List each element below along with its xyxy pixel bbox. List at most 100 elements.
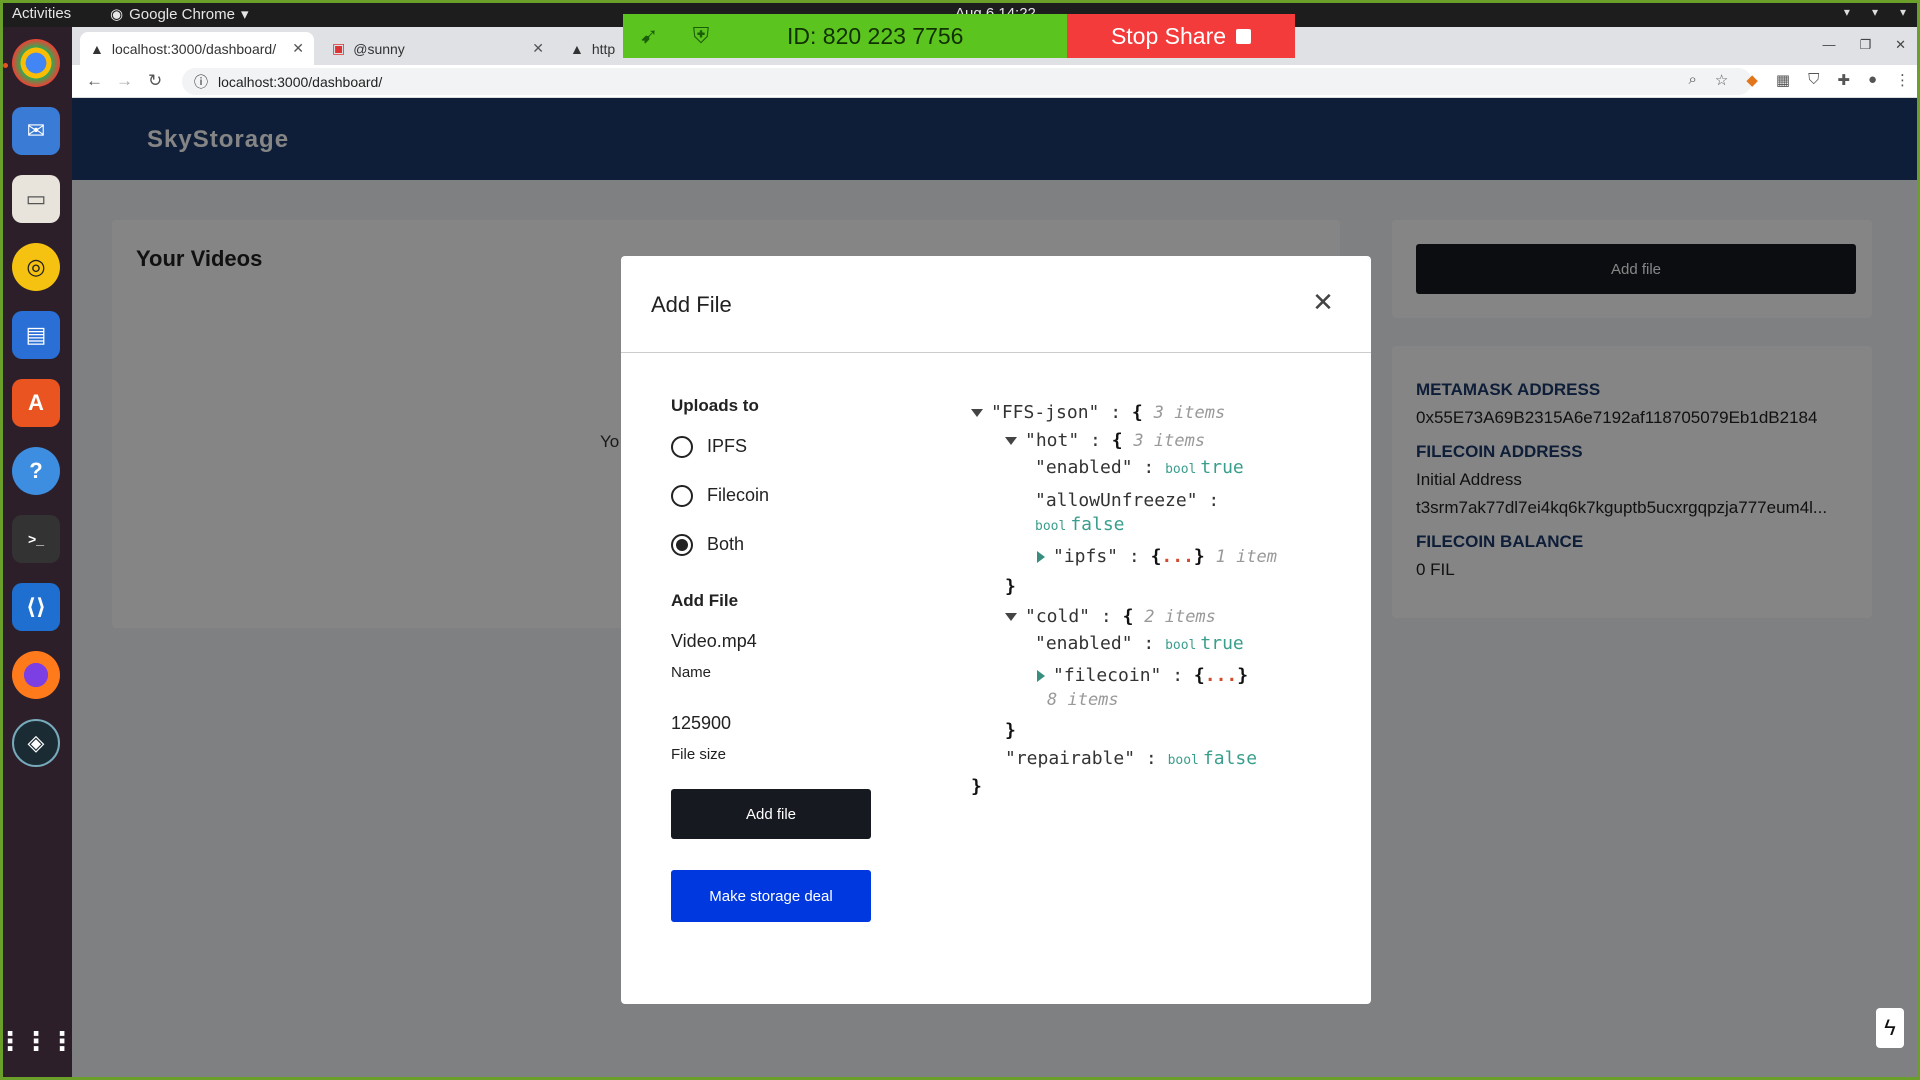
close-icon[interactable]: ✕ bbox=[292, 40, 304, 57]
json-colon: : bbox=[1208, 490, 1220, 511]
chevron-down-icon: ▾ bbox=[240, 6, 249, 23]
vscode-icon[interactable]: ⟨⟩ bbox=[12, 583, 60, 631]
json-key: "repairable" bbox=[1005, 748, 1136, 769]
reload-icon[interactable]: ↻ bbox=[148, 71, 162, 91]
tab-dashboard[interactable]: ▲ localhost:3000/dashboard/ ✕ bbox=[80, 32, 314, 65]
collapse-arrow-icon[interactable] bbox=[971, 409, 983, 417]
json-count: 3 items bbox=[1133, 431, 1206, 451]
tab-sunny[interactable]: ▣ @sunny ✕ bbox=[322, 32, 554, 65]
json-root-line[interactable]: "FFS-json" : { 3 items bbox=[971, 404, 1225, 422]
close-icon[interactable]: ✕ bbox=[532, 40, 544, 57]
collapse-arrow-icon[interactable] bbox=[1005, 437, 1017, 445]
json-cold-enabled: "enabled" : bool true bbox=[1035, 635, 1244, 653]
add-file-form: Uploads to IPFS Filecoin Both Add File V… bbox=[671, 396, 931, 922]
stop-share-button[interactable]: Stop Share bbox=[1067, 14, 1295, 58]
json-repairable: "repairable" : bool false bbox=[1005, 750, 1257, 768]
json-colon: : bbox=[1090, 430, 1101, 451]
close-window-icon[interactable]: ✕ bbox=[1895, 37, 1906, 53]
kebab-menu-icon[interactable]: ⋮ bbox=[1895, 71, 1910, 89]
tab-http[interactable]: ▲ http bbox=[560, 32, 630, 65]
extensions-puzzle-icon[interactable]: ✚ bbox=[1837, 71, 1850, 89]
chrome-icon[interactable] bbox=[12, 39, 60, 87]
help-icon[interactable]: ? bbox=[12, 447, 60, 495]
close-icon[interactable]: ✕ bbox=[1305, 284, 1341, 320]
url-text: localhost:3000/dashboard/ bbox=[218, 73, 383, 90]
shield-check-icon: ⛨ bbox=[692, 23, 710, 48]
make-storage-deal-button[interactable]: Make storage deal bbox=[671, 870, 871, 922]
json-key: "allowUnfreeze" bbox=[1035, 490, 1198, 511]
gitkraken-icon[interactable]: ◈ bbox=[12, 719, 60, 767]
collapse-arrow-icon[interactable] bbox=[1005, 613, 1017, 621]
lightning-bolt-icon[interactable]: ϟ bbox=[1876, 1008, 1904, 1048]
json-hot-close: } bbox=[1005, 578, 1016, 596]
writer-icon[interactable]: ▤ bbox=[12, 311, 60, 359]
json-ellipsis: ... bbox=[1204, 665, 1238, 686]
calendar-extension-icon[interactable]: ▦ bbox=[1776, 71, 1790, 89]
add-file-button[interactable]: Add file bbox=[671, 789, 871, 839]
favicon-icon: ▣ bbox=[332, 40, 346, 56]
json-filecoin-line[interactable]: "filecoin" : {...} bbox=[1037, 667, 1248, 685]
zoom-icon[interactable]: ⌕ bbox=[1689, 71, 1697, 89]
expand-arrow-icon[interactable] bbox=[1037, 551, 1045, 563]
modal-title: Add File bbox=[651, 292, 732, 317]
browser-toolbar: ← → ↻ ⓘ localhost:3000/dashboard/ ⌕ ☆ ◆ … bbox=[72, 65, 1920, 98]
json-brace: } bbox=[1005, 576, 1016, 597]
firefox-icon[interactable] bbox=[12, 651, 60, 699]
json-collapsed-object[interactable]: {...} bbox=[1151, 546, 1205, 567]
json-hot-line[interactable]: "hot" : { 3 items bbox=[1005, 432, 1205, 450]
radio-circle[interactable] bbox=[671, 484, 693, 507]
json-cold-line[interactable]: "cold" : { 2 items bbox=[1005, 608, 1216, 626]
json-key: "enabled" bbox=[1035, 633, 1133, 654]
json-ipfs-line[interactable]: "ipfs" : {...} 1 item bbox=[1037, 548, 1277, 566]
forward-icon[interactable]: → bbox=[116, 71, 133, 91]
json-key: "filecoin" bbox=[1053, 665, 1162, 686]
json-count: 3 items bbox=[1153, 403, 1226, 423]
files-icon[interactable]: ▭ bbox=[12, 175, 60, 223]
system-tray[interactable]: ▾ ▾ ▾ bbox=[1844, 5, 1906, 19]
metamask-icon[interactable]: ◆ bbox=[1746, 71, 1758, 89]
app-menu[interactable]: ◉ Google Chrome ▾ bbox=[110, 5, 249, 24]
profile-avatar[interactable]: ● bbox=[1868, 71, 1877, 89]
json-value: false bbox=[1202, 748, 1258, 769]
json-count: 2 items bbox=[1144, 607, 1216, 627]
running-indicator bbox=[3, 63, 8, 68]
chrome-small-icon: ◉ bbox=[110, 6, 124, 23]
collapse-arrow-icon[interactable]: ➹ bbox=[623, 23, 675, 49]
file-size-label: File size bbox=[671, 746, 727, 763]
maximize-icon[interactable]: ❐ bbox=[1859, 37, 1871, 53]
terminal-icon[interactable]: >_ bbox=[12, 515, 60, 563]
bookmark-star-icon[interactable]: ☆ bbox=[1715, 71, 1728, 89]
share-status-area: ➹ ⛨ ID: 820 223 7756 bbox=[623, 14, 1067, 58]
expand-arrow-icon[interactable] bbox=[1037, 670, 1045, 682]
address-bar[interactable]: ⓘ localhost:3000/dashboard/ bbox=[182, 68, 1752, 95]
json-collapsed-object[interactable]: {...} bbox=[1194, 665, 1248, 686]
radio-filecoin[interactable]: Filecoin bbox=[671, 471, 931, 520]
json-value: true bbox=[1200, 457, 1244, 478]
json-colon: : bbox=[1128, 546, 1140, 567]
window-controls: — ❐ ✕ bbox=[1822, 37, 1906, 53]
network-icon: ▾ bbox=[1843, 5, 1850, 19]
radio-ipfs[interactable]: IPFS bbox=[671, 422, 931, 471]
json-value: false bbox=[1070, 514, 1125, 535]
thunderbird-icon[interactable]: ✉ bbox=[12, 107, 60, 155]
json-cold-close: } bbox=[1005, 722, 1016, 740]
volume-icon: ▾ bbox=[1871, 5, 1878, 19]
shield-extension-icon[interactable]: ⛉ bbox=[1808, 71, 1819, 89]
activities-button[interactable]: Activities bbox=[12, 5, 71, 22]
software-center-icon[interactable]: A bbox=[12, 379, 60, 427]
radio-circle-selected[interactable] bbox=[671, 533, 693, 556]
json-brace: } bbox=[971, 776, 982, 797]
add-file-modal: Add File ✕ Uploads to IPFS Filecoin Both… bbox=[621, 256, 1371, 1004]
rhythmbox-icon[interactable]: ◎ bbox=[12, 243, 60, 291]
json-brace: { bbox=[1122, 606, 1134, 627]
minimize-icon[interactable]: — bbox=[1822, 37, 1835, 53]
radio-both[interactable]: Both bbox=[671, 520, 931, 569]
back-icon[interactable]: ← bbox=[86, 71, 103, 91]
json-allow-unfreeze: "allowUnfreeze" : bbox=[1035, 492, 1219, 510]
add-file-section-label: Add File bbox=[671, 591, 739, 610]
radio-circle[interactable] bbox=[671, 435, 693, 458]
show-apps-icon[interactable]: ⋮⋮⋮ bbox=[0, 1017, 75, 1065]
triangle-favicon-icon: ▲ bbox=[90, 40, 104, 57]
json-colon: : bbox=[1143, 457, 1155, 478]
json-type: bool bbox=[1165, 638, 1197, 653]
